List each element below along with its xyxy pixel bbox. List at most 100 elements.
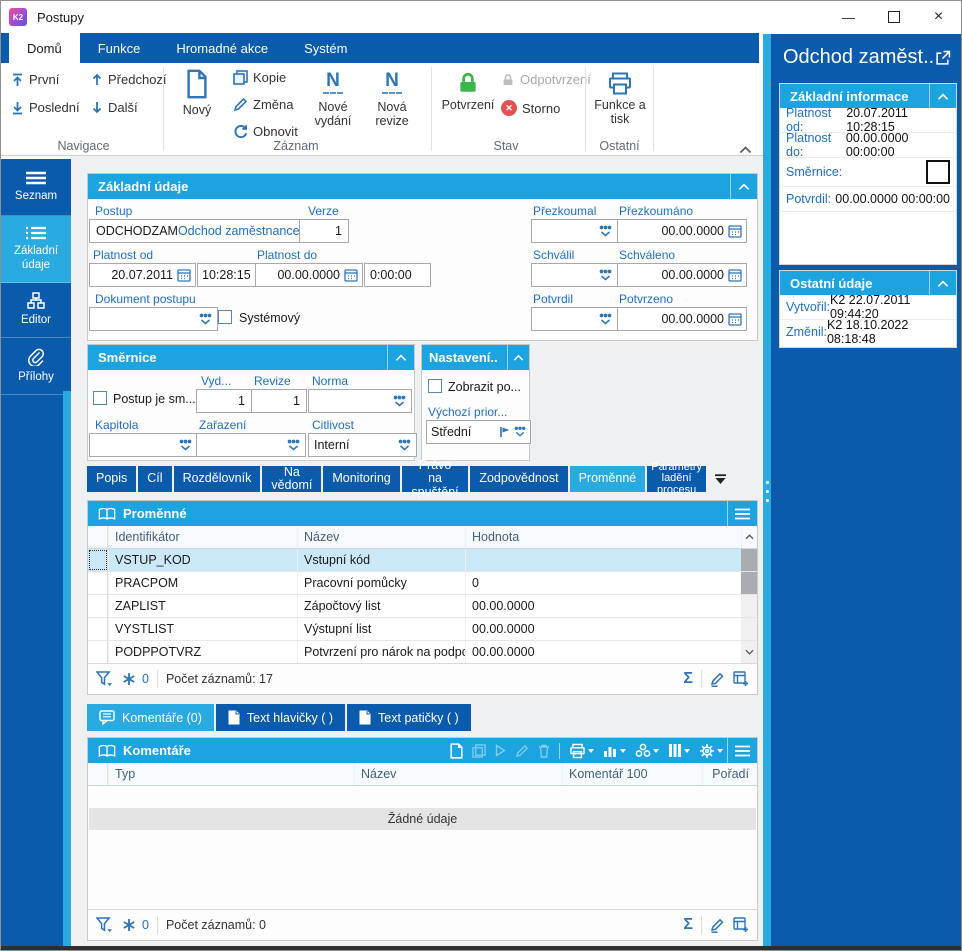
previous-record-button[interactable]: Předchozí <box>91 72 167 87</box>
tab-rozdelovnik[interactable]: Rozdělovník <box>173 466 261 492</box>
vydani-field[interactable]: 1 <box>196 389 252 413</box>
next-record-button[interactable]: Další <box>91 100 138 115</box>
column-nazev[interactable]: Název <box>354 763 562 785</box>
calendar-icon[interactable] <box>177 268 191 282</box>
sidebar-item-editor[interactable]: Editor <box>1 283 71 338</box>
workflow-icon[interactable] <box>635 743 659 758</box>
open-external-icon[interactable] <box>935 50 951 66</box>
table-row[interactable]: PRACPOM Pracovní pomůcky 0 <box>88 572 757 595</box>
new-revision-button[interactable]: N Nová revize <box>365 71 419 129</box>
calendar-icon[interactable] <box>728 268 742 282</box>
scrollbar-thumb[interactable] <box>741 549 757 571</box>
table-row[interactable]: ZAPLIST Zápočtový list 00.00.0000 <box>88 595 757 618</box>
sum-icon[interactable]: Σ <box>683 670 693 688</box>
storno-button[interactable]: ✕ Storno <box>501 100 560 116</box>
scrollbar-track[interactable] <box>741 618 757 640</box>
ribbon-tab-system[interactable]: Systém <box>286 33 365 63</box>
ribbon-tab-hromadne-akce[interactable]: Hromadné akce <box>158 33 286 63</box>
tab-text-hlavicky[interactable]: Text hlavičky ( ) <box>215 704 346 731</box>
systemovy-checkbox[interactable] <box>218 310 232 324</box>
grid-menu-button[interactable] <box>727 738 757 763</box>
column-typ[interactable]: Typ <box>108 763 354 785</box>
scrollbar-track[interactable] <box>741 595 757 617</box>
column-poradi[interactable]: Pořadí <box>702 763 757 785</box>
add-table-icon[interactable] <box>733 671 749 687</box>
platnost-do-time-field[interactable]: 0:00:00 <box>364 263 431 287</box>
refresh-button[interactable]: Obnovit <box>233 124 298 139</box>
filter-icon[interactable] <box>96 671 112 687</box>
calendar-icon[interactable] <box>728 224 742 238</box>
sum-icon[interactable]: Σ <box>683 916 693 934</box>
tab-popis[interactable]: Popis <box>87 466 137 492</box>
columns-icon[interactable] <box>668 743 690 758</box>
table-row[interactable]: VYSTLIST Výstupní list 00.00.0000 <box>88 618 757 641</box>
column-nazev[interactable]: Název <box>297 526 465 548</box>
platnost-od-date-field[interactable]: 20.07.2011 <box>89 263 196 287</box>
new-comment-icon[interactable] <box>450 742 463 759</box>
freeze-icon[interactable] <box>122 672 136 686</box>
tab-text-paticky[interactable]: Text patičky ( ) <box>347 704 471 731</box>
tab-parametry-ladeni[interactable]: Parametry ladění procesu <box>647 461 706 496</box>
zarazeni-combo[interactable] <box>196 433 306 457</box>
collapse-panel-button[interactable] <box>507 345 529 370</box>
column-identifikator[interactable]: Identifikátor <box>108 526 297 548</box>
potvrdil-combo[interactable] <box>531 307 618 331</box>
tab-overflow-button[interactable] <box>714 466 727 492</box>
functions-print-button[interactable]: Funkce a tisk <box>591 71 649 127</box>
filter-icon[interactable] <box>96 917 112 933</box>
verze-field[interactable]: 1 <box>299 219 349 243</box>
sidebar-item-seznam[interactable]: Seznam <box>1 159 71 216</box>
potvrzeno-date-field[interactable]: 00.00.0000 <box>617 307 747 331</box>
schvaleno-date-field[interactable]: 00.00.0000 <box>617 263 747 287</box>
tab-zodpovednost[interactable]: Zodpovědnost <box>470 466 568 492</box>
edit-pencil-icon[interactable] <box>710 672 725 687</box>
postup-je-smernici-checkbox[interactable] <box>93 391 107 405</box>
priorita-combo[interactable]: Střední <box>426 420 531 444</box>
last-record-button[interactable]: Poslední <box>11 100 80 115</box>
close-button[interactable]: × <box>916 1 961 33</box>
edit-pencil-icon[interactable] <box>710 918 725 933</box>
print-icon[interactable] <box>569 743 594 759</box>
change-button[interactable]: Změna <box>233 97 293 112</box>
scroll-up-button[interactable] <box>741 526 757 548</box>
revize-field[interactable]: 1 <box>251 389 307 413</box>
platnost-od-time-field[interactable]: 10:28:15 <box>197 263 256 287</box>
tab-na-vedomi[interactable]: Na vědomí <box>262 465 322 492</box>
tab-promenne[interactable]: Proměnné <box>569 466 646 492</box>
confirm-button[interactable]: Potvrzení <box>439 71 497 112</box>
new-record-button[interactable]: Nový <box>173 69 221 117</box>
first-record-button[interactable]: První <box>11 72 59 87</box>
tab-monitoring[interactable]: Monitoring <box>323 466 400 492</box>
grid-menu-button[interactable] <box>727 501 757 526</box>
norma-combo[interactable] <box>308 389 412 413</box>
schvalil-combo[interactable] <box>531 263 618 287</box>
citlivost-combo[interactable]: Interní <box>308 433 417 457</box>
collapse-panel-button[interactable] <box>387 345 414 370</box>
freeze-icon[interactable] <box>122 918 136 932</box>
prezkoumal-combo[interactable] <box>531 219 618 243</box>
collapse-card-button[interactable] <box>929 84 956 109</box>
column-hodnota[interactable]: Hodnota <box>465 526 741 548</box>
dokument-postupu-combo[interactable] <box>89 307 218 331</box>
tab-cil[interactable]: Cíl <box>138 466 172 492</box>
table-row[interactable]: VSTUP_KOD Vstupní kód <box>88 549 757 572</box>
sidebar-item-zakladni-udaje[interactable]: Základní údaje <box>1 216 71 283</box>
chart-icon[interactable] <box>603 743 626 758</box>
ribbon-tab-domu[interactable]: Domů <box>9 33 80 63</box>
new-issue-button[interactable]: N Nové vydání <box>306 71 360 129</box>
settings-gear-icon[interactable] <box>699 743 723 759</box>
scroll-down-button[interactable] <box>741 641 757 663</box>
kapitola-combo[interactable] <box>89 433 198 457</box>
sidebar-item-prilohy[interactable]: Přílohy <box>1 338 71 395</box>
calendar-icon[interactable] <box>728 312 742 326</box>
postup-combo[interactable]: ODCHODZAM Odchod zaměstnance <box>89 219 309 243</box>
maximize-button[interactable] <box>871 1 916 33</box>
collapse-panel-button[interactable] <box>730 174 757 199</box>
calendar-icon[interactable] <box>344 268 358 282</box>
ribbon-tab-funkce[interactable]: Funkce <box>80 33 159 63</box>
zobrazit-checkbox[interactable] <box>428 379 442 393</box>
panel-splitter[interactable] <box>763 34 771 946</box>
scrollbar-thumb[interactable] <box>741 572 757 594</box>
table-row[interactable]: PODPPOTVRZ Potvrzení pro nárok na podpor… <box>88 641 757 664</box>
minimize-button[interactable]: — <box>826 1 871 33</box>
